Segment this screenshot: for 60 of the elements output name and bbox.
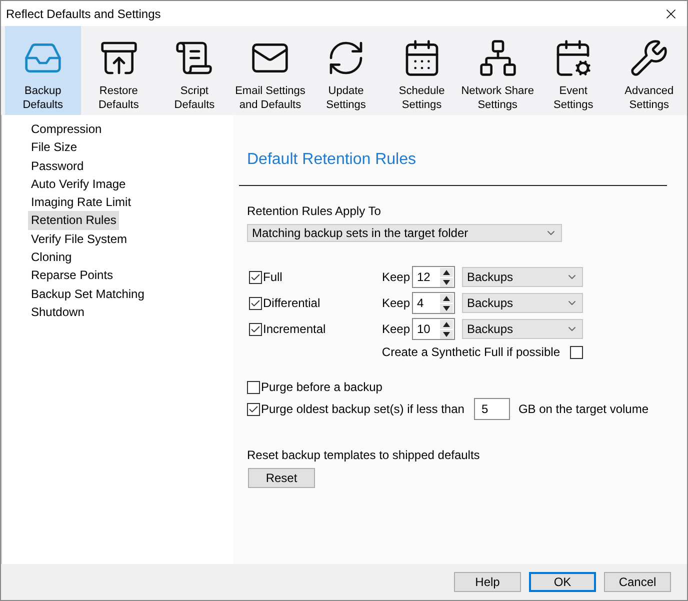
toolbar-button[interactable]: Script Defaults <box>156 26 232 115</box>
toolbar-button[interactable]: Schedule Settings <box>384 26 460 115</box>
number-spinner[interactable]: 4 <box>412 292 455 314</box>
dialog-button[interactable]: OK <box>529 572 596 592</box>
checkbox-label: Incremental <box>263 322 326 336</box>
sidebar-item[interactable]: Verify File System <box>28 230 130 248</box>
keep-label: Keep <box>382 296 412 310</box>
number-spinner[interactable]: 12 <box>412 266 455 288</box>
section-heading: Default Retention Rules <box>247 151 417 169</box>
wrench-icon <box>629 38 670 78</box>
toolbar-button[interactable]: Advanced Settings <box>611 26 687 115</box>
keep-label: Keep <box>382 270 412 284</box>
up-arrow-icon[interactable] <box>443 322 450 326</box>
reset-label: Reset backup templates to shipped defaults <box>247 448 481 462</box>
dialog-button[interactable]: Cancel <box>604 572 671 592</box>
down-arrow-icon[interactable] <box>443 306 450 310</box>
toolbar-button[interactable]: Backup Defaults <box>5 26 81 115</box>
down-arrow-icon[interactable] <box>443 280 450 284</box>
up-arrow-icon[interactable] <box>443 270 450 274</box>
reset-button[interactable]: Reset <box>248 468 315 488</box>
up-arrow-icon[interactable] <box>443 296 450 300</box>
checkbox-label: Differential <box>263 296 320 310</box>
toolbar-button[interactable]: Update Settings <box>308 26 384 115</box>
number-spinner[interactable]: 10 <box>412 318 455 340</box>
toolbar-button[interactable]: Email Settings and Defaults <box>232 26 308 115</box>
dropdown[interactable]: Matching backup sets in the target folder <box>247 224 562 242</box>
sidebar-item[interactable]: Shutdown <box>28 302 88 322</box>
sidebar-item[interactable]: Cloning <box>28 248 75 266</box>
sidebar-item[interactable]: Backup Set Matching <box>28 284 148 303</box>
field-label: Retention Rules Apply To <box>247 204 382 218</box>
dropdown[interactable]: Backups <box>462 267 583 287</box>
checkbox[interactable] <box>249 270 262 284</box>
input-field[interactable]: 5 <box>474 398 510 420</box>
checkbox-label: Purge oldest backup set(s) if less than <box>261 402 464 416</box>
checkbox[interactable] <box>249 322 262 336</box>
sidebar-item[interactable]: Password <box>28 156 87 175</box>
unit-label: GB on the target volume <box>518 402 649 416</box>
network-icon <box>478 38 518 78</box>
toolbar-button[interactable]: Restore Defaults <box>80 26 157 115</box>
sidebar-item[interactable]: File Size <box>28 138 80 157</box>
sidebar-item[interactable]: Retention Rules <box>28 211 120 230</box>
dropdown[interactable]: Backups <box>462 319 583 339</box>
sidebar-item[interactable]: Reparse Points <box>28 266 116 285</box>
down-arrow-icon[interactable] <box>443 332 450 336</box>
checkbox-label: Full <box>263 270 282 284</box>
dropdown[interactable]: Backups <box>462 293 583 313</box>
checkbox[interactable] <box>570 346 583 358</box>
checkbox-label: Purge before a backup <box>261 380 382 394</box>
sidebar-item[interactable]: Compression <box>28 120 105 138</box>
toolbar-button[interactable]: Network Share Settings <box>460 26 536 115</box>
checkbox-label: Create a Synthetic Full if possible <box>382 345 560 359</box>
toolbar-button[interactable]: Event Settings <box>535 26 612 115</box>
checkbox[interactable] <box>249 296 262 310</box>
keep-label: Keep <box>382 322 412 336</box>
dialog-button[interactable]: Help <box>454 572 521 592</box>
checkbox[interactable] <box>247 380 260 394</box>
checkbox[interactable] <box>247 402 260 416</box>
sidebar-item[interactable]: Auto Verify Image <box>28 174 129 194</box>
window-title: Reflect Defaults and Settings <box>6 6 161 20</box>
sidebar-item[interactable]: Imaging Rate Limit <box>28 193 134 212</box>
